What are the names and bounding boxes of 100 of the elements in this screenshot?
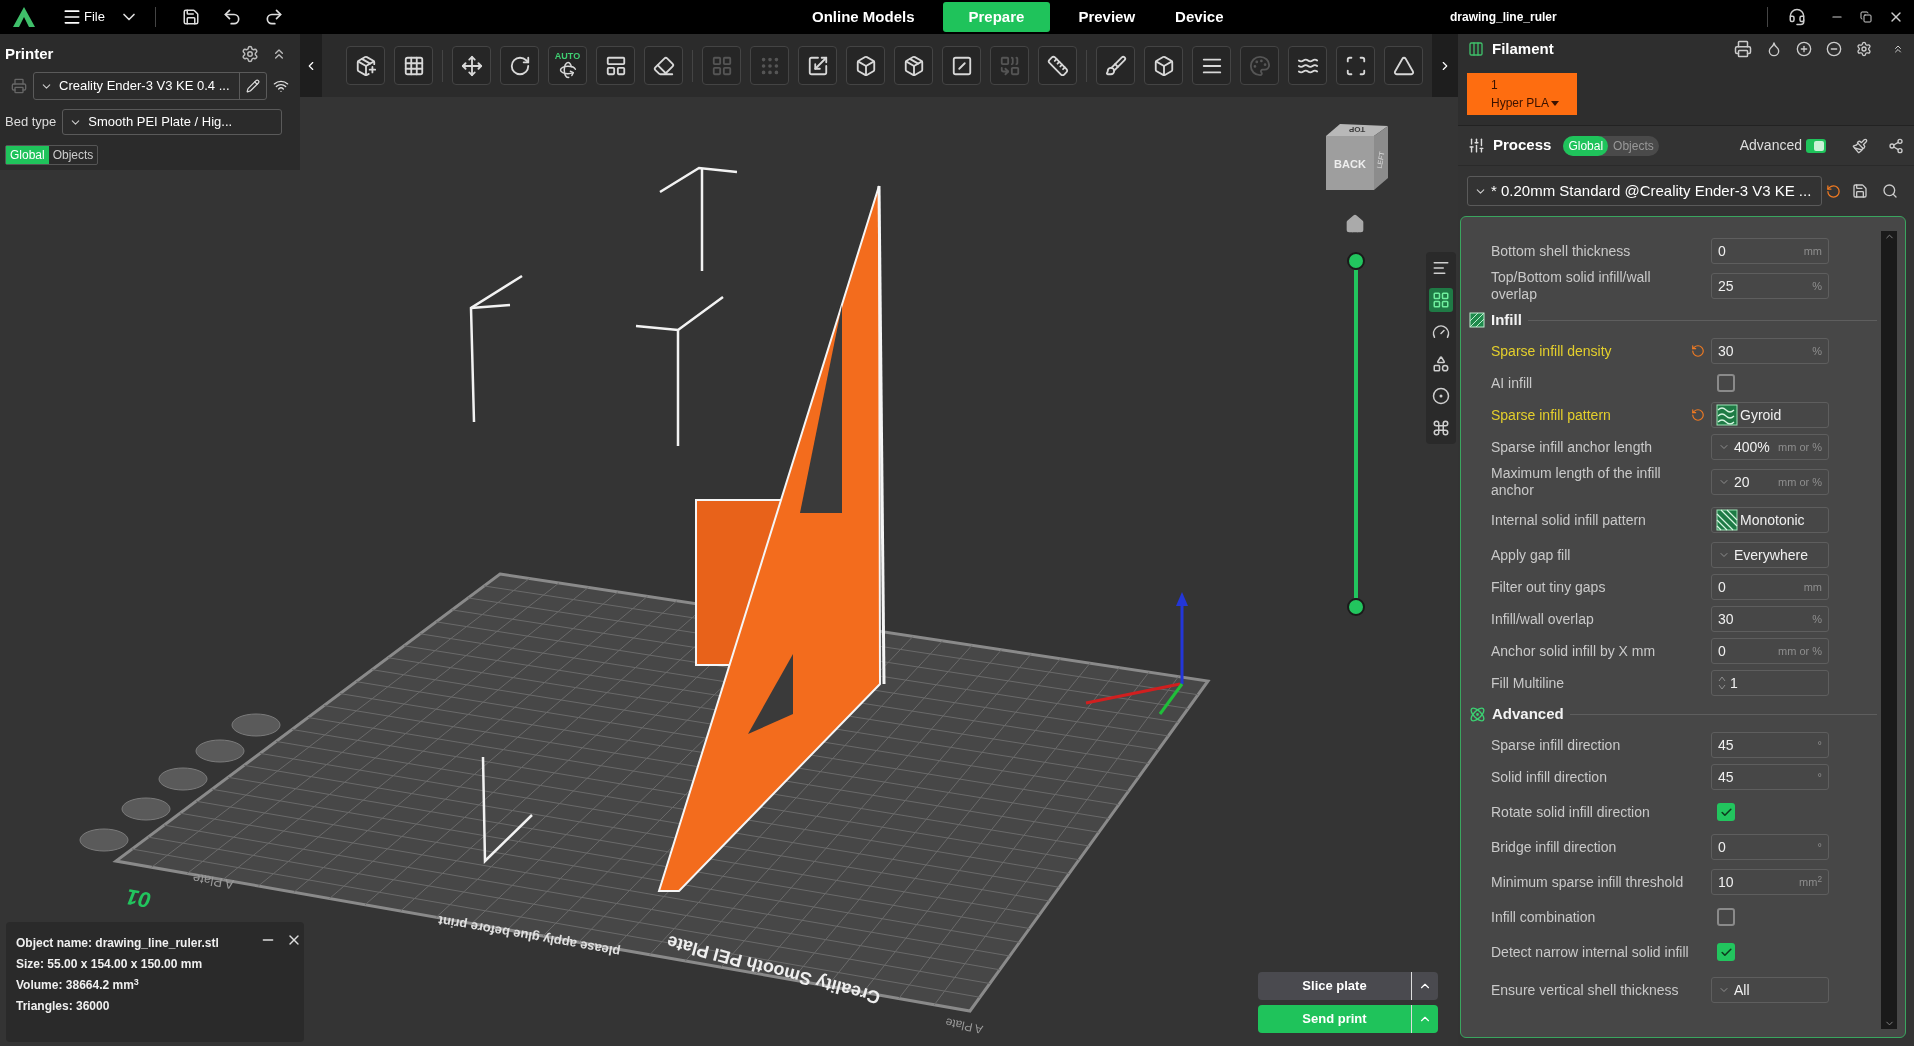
setting-field[interactable]: Everywhere [1711, 542, 1829, 568]
layer-slider-track[interactable] [1354, 270, 1358, 598]
tool-button[interactable] [346, 46, 385, 85]
setting-field[interactable]: 400% mm or % [1711, 434, 1829, 460]
package-icon [902, 54, 925, 77]
nav-tab[interactable]: Preview [1066, 2, 1148, 32]
field-unit: % [1812, 278, 1822, 294]
tool-button[interactable] [894, 46, 933, 85]
pattern-dropdown[interactable]: Gyroid [1711, 402, 1829, 428]
shapes-icon [1432, 355, 1450, 373]
side-tool-button[interactable] [1429, 288, 1453, 312]
tool-button[interactable] [846, 46, 885, 85]
field-value: 10 [1718, 872, 1735, 892]
search-icon[interactable] [1882, 183, 1898, 199]
tool-button[interactable] [452, 46, 491, 85]
tool-button[interactable] [394, 46, 433, 85]
settings-icon[interactable] [1856, 41, 1872, 57]
checkbox[interactable] [1717, 374, 1735, 392]
bed-type-dropdown[interactable]: Smooth PEI Plate / Hig... [62, 109, 283, 135]
slider-handle[interactable] [1347, 598, 1365, 616]
cut-icon [950, 54, 973, 77]
tool-button[interactable] [1288, 46, 1327, 85]
section-title: Infill [1491, 309, 1522, 330]
sliders-icon [1468, 137, 1485, 154]
droplet-icon[interactable] [1766, 41, 1782, 57]
scrollbar[interactable] [1881, 231, 1897, 1029]
printer-dropdown[interactable]: Creality Ender-3 V3 KE 0.4 ... [33, 72, 267, 100]
tool-button[interactable] [1336, 46, 1375, 85]
printer-icon [11, 78, 27, 94]
tool-button[interactable] [500, 46, 539, 85]
tool-button[interactable] [1144, 46, 1183, 85]
checkbox[interactable] [1717, 908, 1735, 926]
field-unit: % [1812, 611, 1822, 627]
slider-handle[interactable] [1347, 252, 1365, 270]
setting-field[interactable]: 45 ° [1711, 764, 1829, 790]
setting-field[interactable]: 0 mm [1711, 238, 1829, 264]
setting-field[interactable]: 30 % [1711, 338, 1829, 364]
setting-field[interactable]: 45 ° [1711, 732, 1829, 758]
setting-field[interactable]: All [1711, 977, 1829, 1003]
wifi-icon[interactable] [273, 78, 289, 94]
setting-label: Bridge infill direction [1491, 838, 1618, 856]
check-icon [1719, 945, 1733, 959]
filament-slot[interactable]: 1 Hyper PLA [1467, 73, 1577, 115]
save-icon[interactable] [1852, 183, 1868, 199]
tool-button[interactable] [942, 46, 981, 85]
field-unit: mm [1803, 243, 1822, 259]
tool-button[interactable] [644, 46, 683, 85]
setting-label: Anchor solid infill by X mm [1491, 642, 1657, 660]
setting-label: Sparse infill pattern [1491, 406, 1612, 424]
share-icon[interactable] [1888, 137, 1904, 154]
reset-icon[interactable] [1826, 183, 1841, 199]
check-icon [1719, 805, 1733, 819]
pattern-dropdown[interactable]: Monotonic [1711, 507, 1829, 533]
setting-field[interactable]: 1 [1711, 670, 1829, 696]
setting-field[interactable]: 30 % [1711, 606, 1829, 632]
tool-button[interactable] [1096, 46, 1135, 85]
expand-button[interactable] [1411, 972, 1438, 1000]
scope-tab[interactable]: Objects [48, 146, 98, 164]
tool-button[interactable]: AUTO [548, 46, 587, 85]
tool-button[interactable] [1384, 46, 1423, 85]
preset-dropdown[interactable]: * 0.20mm Standard @Creality Ender-3 V3 KE ... [1467, 176, 1822, 206]
setting-field[interactable]: 0 mm or % [1711, 638, 1829, 664]
advanced-label: Advanced [1739, 136, 1802, 155]
checkbox[interactable] [1717, 803, 1735, 821]
section-title: Filament [1492, 38, 1554, 59]
action-button[interactable]: Slice plate [1258, 972, 1411, 1000]
reset-icon[interactable] [1691, 408, 1705, 422]
wave-pattern-icon [1716, 404, 1738, 426]
edit-icon[interactable] [246, 79, 260, 93]
tool-button[interactable] [1038, 46, 1077, 85]
settings-icon[interactable] [241, 45, 259, 63]
support-icon[interactable] [1788, 8, 1806, 26]
setting-field[interactable]: 20 mm or % [1711, 469, 1829, 495]
reset-icon[interactable] [1691, 344, 1705, 358]
home-icon[interactable] [1345, 214, 1365, 234]
add-icon[interactable] [1796, 41, 1812, 57]
save-icon[interactable] [181, 8, 200, 26]
setting-field[interactable]: 10 mm$^{2}$ [1711, 869, 1829, 895]
undo-icon[interactable] [221, 7, 242, 27]
spin-arrows-icon [1718, 675, 1726, 691]
field-unit: mm or % [1778, 474, 1822, 490]
collapse-icon[interactable] [1892, 43, 1904, 55]
printer-icon[interactable] [1734, 40, 1752, 58]
nav-tab[interactable]: Online Models [800, 2, 927, 32]
remove-icon[interactable] [1826, 41, 1842, 57]
setting-field[interactable]: 25 % [1711, 273, 1829, 299]
file-menu-button[interactable]: File [62, 7, 105, 27]
tool-button[interactable] [1192, 46, 1231, 85]
setting-label: Sparse infill density [1491, 342, 1613, 360]
checkbox[interactable] [1717, 943, 1735, 961]
tool-button[interactable] [596, 46, 635, 85]
restore-icon[interactable] [1860, 11, 1872, 23]
brush-icon[interactable] [1852, 137, 1868, 154]
setting-label: Infill/wall overlap [1491, 610, 1595, 628]
tool-button[interactable] [798, 46, 837, 85]
setting-label: Minimum sparse infill threshold [1491, 873, 1685, 891]
setting-field[interactable]: 0 mm [1711, 574, 1829, 600]
advanced-switch[interactable] [1806, 138, 1826, 153]
nav-tab[interactable]: Device [1163, 2, 1236, 32]
setting-field[interactable]: 0 ° [1711, 834, 1829, 860]
